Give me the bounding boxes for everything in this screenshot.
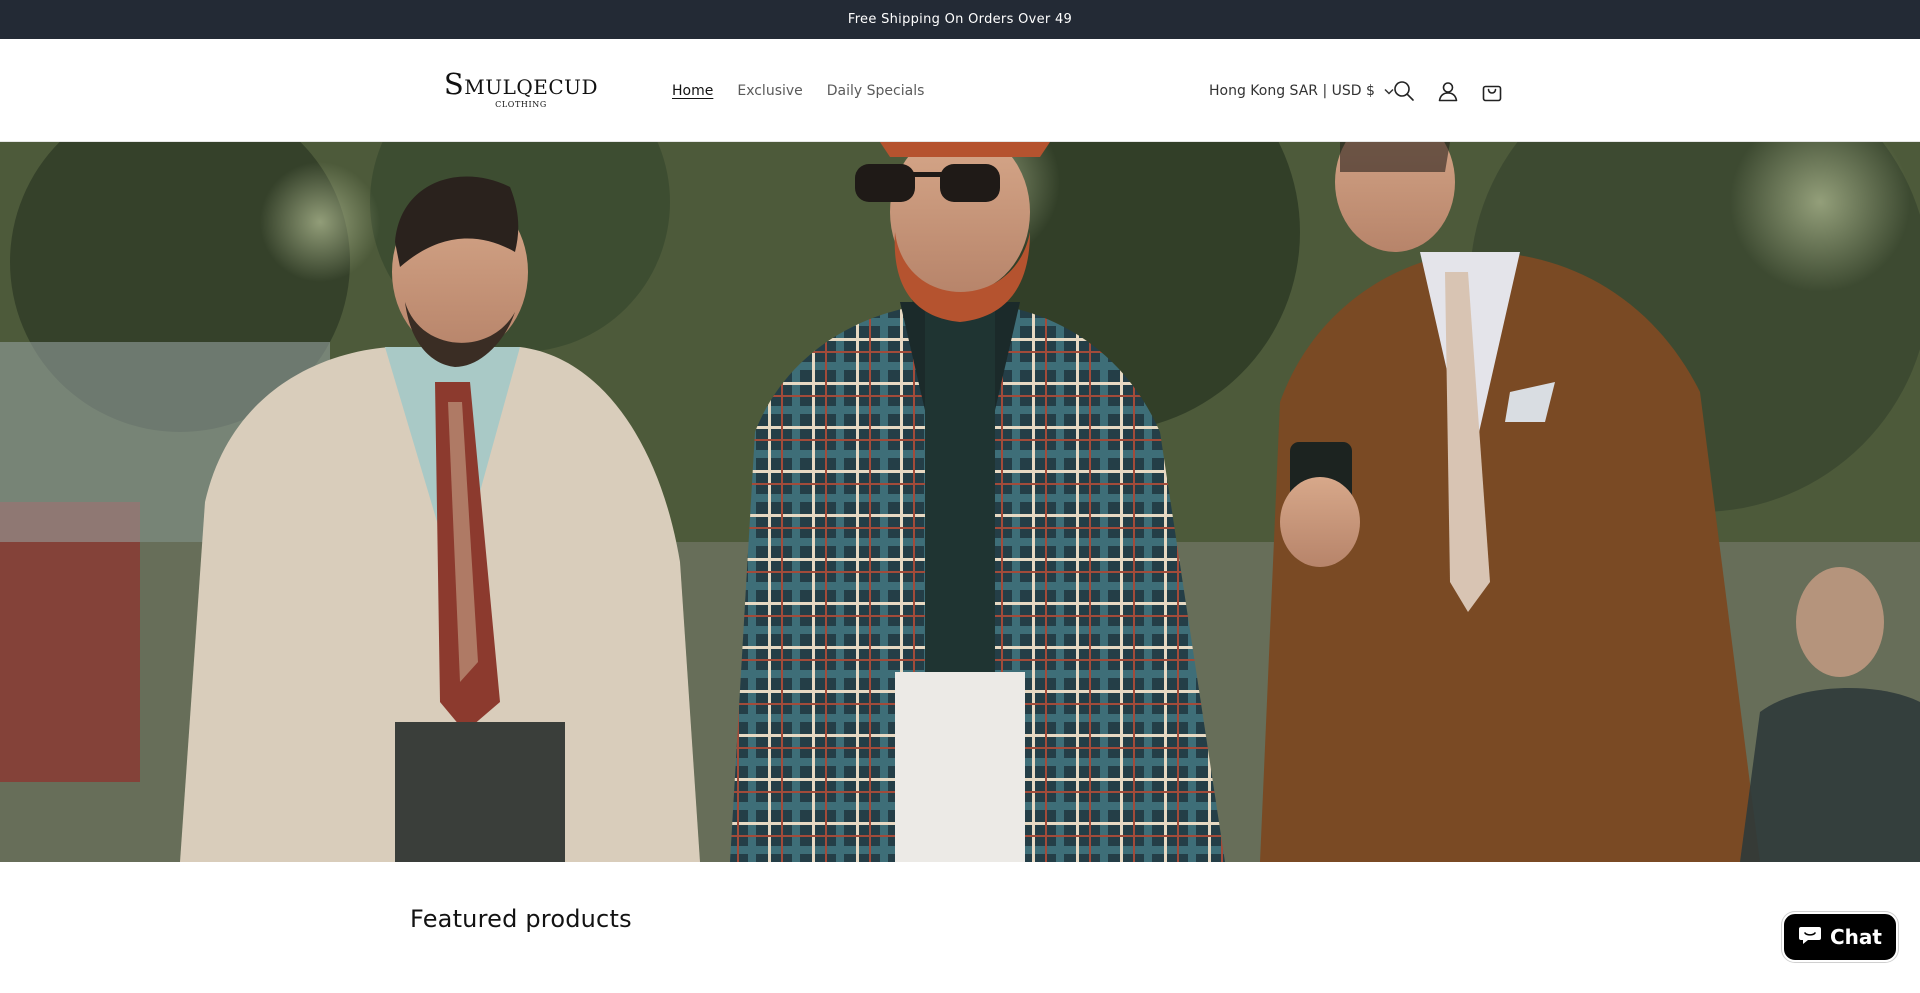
nav-item-home[interactable]: Home — [660, 79, 725, 103]
site-header: Smulqecud CLOTHING Home Exclusive Daily … — [0, 39, 1920, 142]
cart-icon[interactable] — [1476, 75, 1508, 107]
chat-button[interactable]: Chat — [1782, 912, 1898, 962]
account-icon[interactable] — [1432, 75, 1464, 107]
search-icon[interactable] — [1388, 75, 1420, 107]
nav-item-daily-specials[interactable]: Daily Specials — [815, 79, 937, 103]
chat-label: Chat — [1830, 925, 1882, 949]
logo[interactable]: Smulqecud CLOTHING — [428, 69, 614, 115]
featured-products-heading: Featured products — [410, 905, 632, 933]
announcement-bar: Free Shipping On Orders Over 49 — [0, 0, 1920, 39]
main-nav: Home Exclusive Daily Specials — [660, 79, 936, 103]
announcement-text: Free Shipping On Orders Over 49 — [847, 12, 1073, 27]
hero-image — [0, 142, 1920, 862]
locale-label: Hong Kong SAR | USD $ — [1209, 83, 1375, 99]
chat-bubble-icon — [1798, 924, 1822, 951]
nav-item-exclusive[interactable]: Exclusive — [725, 79, 814, 103]
logo-tagline: CLOTHING — [495, 100, 547, 109]
logo-wordmark: Smulqecud — [443, 67, 599, 101]
country-currency-selector[interactable]: Hong Kong SAR | USD $ — [1209, 79, 1394, 103]
hero-banner — [0, 142, 1920, 862]
